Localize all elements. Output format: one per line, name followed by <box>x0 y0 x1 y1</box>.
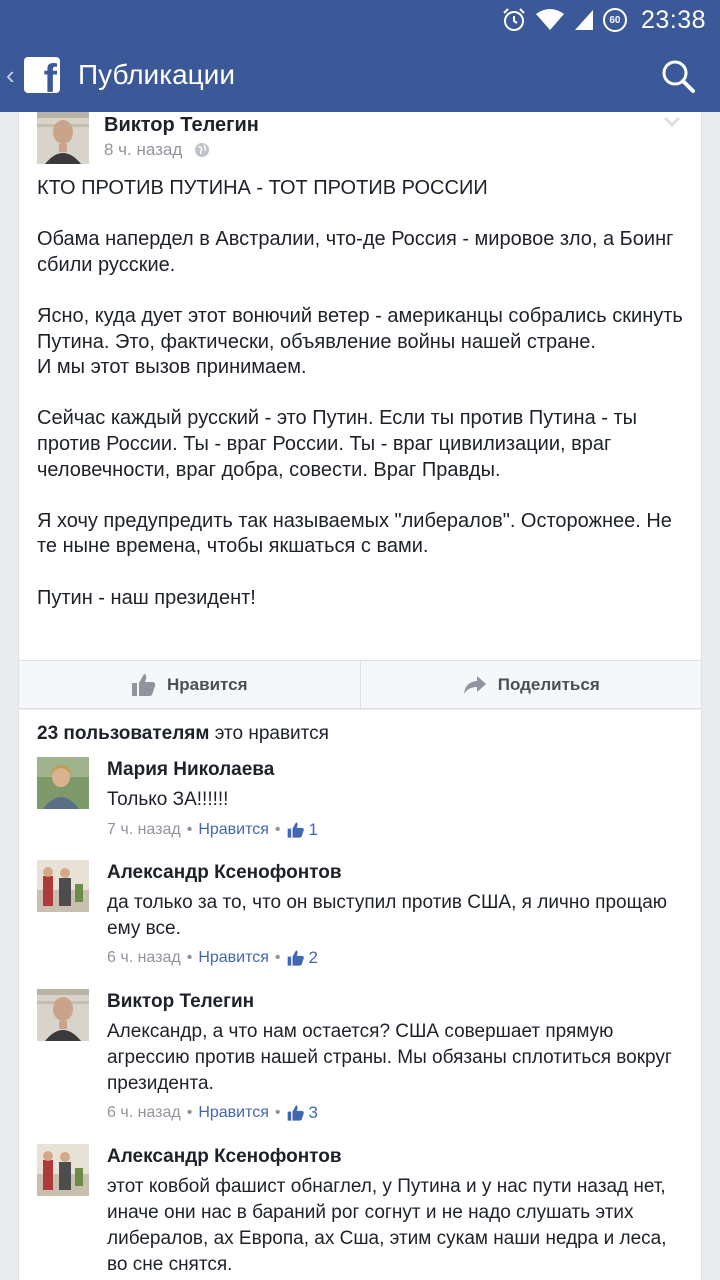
comment-time[interactable]: 7 ч. назад <box>107 821 181 839</box>
post-paragraph: КТО ПРОТИВ ПУТИНА - ТОТ ПРОТИВ РОССИИ <box>37 177 488 199</box>
thumbs-up-icon <box>287 950 304 966</box>
thumbs-up-icon <box>132 673 156 696</box>
post-body: КТО ПРОТИВ ПУТИНА - ТОТ ПРОТИВ РОССИИ Об… <box>37 176 687 611</box>
status-bar: 60 23:38 <box>0 0 720 40</box>
comment: Виктор Телегин Александр, а что нам оста… <box>19 989 703 1139</box>
comment-author[interactable]: Мария Николаева <box>107 759 274 781</box>
page-title: Публикации <box>78 59 235 90</box>
comment-meta: 6 ч. назад • Нравится • 2 <box>107 948 318 968</box>
like-count-value: 2 <box>308 948 318 967</box>
avatar[interactable] <box>37 860 89 912</box>
back-icon[interactable]: ‹ <box>6 60 15 91</box>
likes-text: это нравится <box>209 723 329 744</box>
separator-dot: • <box>274 1104 281 1121</box>
alarm-icon <box>503 8 525 31</box>
post-author[interactable]: Виктор Телегин <box>104 114 259 137</box>
logo-letter: f <box>43 57 57 93</box>
app-bar: ‹ f Публикации <box>0 40 720 112</box>
separator-dot: • <box>274 949 281 966</box>
post-paragraph: Сейчас каждый русский - это Путин. Если … <box>37 407 638 481</box>
comment-like-link[interactable]: Нравится <box>198 1104 269 1122</box>
thumbs-up-icon <box>287 1105 304 1121</box>
share-button[interactable]: Поделиться <box>359 661 702 708</box>
comment-author[interactable]: Александр Ксенофонтов <box>107 1146 342 1168</box>
like-button-label: Нравится <box>167 674 248 694</box>
comments-section: 23 пользователям это нравится Мария Нико… <box>18 710 702 1280</box>
separator-dot: • <box>186 1104 193 1121</box>
separator-dot: • <box>186 821 193 838</box>
like-button[interactable]: Нравится <box>19 661 360 708</box>
like-count-value: 3 <box>308 1103 318 1122</box>
network-badge: 60 <box>602 8 627 32</box>
wifi-icon <box>535 9 564 30</box>
post-paragraph: Я хочу предупредить так называемых "либе… <box>37 509 672 558</box>
avatar[interactable] <box>37 989 89 1041</box>
comment-time[interactable]: 6 ч. назад <box>107 949 181 967</box>
comment-meta: 7 ч. назад • Нравится • 1 <box>107 820 318 840</box>
comment-author[interactable]: Виктор Телегин <box>107 991 254 1013</box>
post-paragraph: Обама напердел в Австралии, что-де Росси… <box>37 228 674 276</box>
comment: Александр Ксенофонтов да только за то, ч… <box>19 860 703 985</box>
comment-author[interactable]: Александр Ксенофонтов <box>107 862 342 884</box>
thumbs-up-icon <box>287 822 304 838</box>
post-meta: 8 ч. назад <box>104 140 210 160</box>
search-icon[interactable] <box>660 58 696 94</box>
comment-like-count[interactable]: 1 <box>287 820 318 840</box>
comment-text: да только за то, что он выступил против … <box>107 892 668 939</box>
avatar[interactable] <box>37 757 89 809</box>
comment: Александр Ксенофонтов этот ковбой фашист… <box>19 1144 703 1280</box>
comment-text: Александр, а что нам остается? США совер… <box>107 1021 672 1094</box>
comment-like-count[interactable]: 2 <box>287 948 318 968</box>
separator-dot: • <box>274 821 281 838</box>
comment-meta: 6 ч. назад • Нравится • 3 <box>107 1103 318 1123</box>
post-action-bar: Нравится Поделиться <box>19 660 701 709</box>
status-time: 23:38 <box>640 5 706 34</box>
post-card: Виктор Телегин 8 ч. назад КТО ПРОТИВ ПУТ… <box>18 112 702 709</box>
status-icons: 60 23:38 <box>501 4 706 36</box>
avatar[interactable] <box>37 112 89 164</box>
share-arrow-icon <box>463 675 486 694</box>
comment-time[interactable]: 6 ч. назад <box>107 1104 181 1122</box>
separator-dot: • <box>186 949 193 966</box>
comment-like-count[interactable]: 3 <box>287 1103 318 1123</box>
post-paragraph: Путин - наш президент! <box>37 586 256 609</box>
share-button-label: Поделиться <box>497 674 600 694</box>
comment-text: этот ковбой фашист обнаглел, у Путина и … <box>107 1176 667 1275</box>
signal-icon <box>574 10 593 30</box>
likes-summary[interactable]: 23 пользователям это нравится <box>37 723 329 745</box>
comment-text: Только ЗА!!!!!! <box>107 789 229 810</box>
post-time[interactable]: 8 ч. назад <box>104 140 182 160</box>
chevron-down-icon[interactable] <box>663 116 681 128</box>
comment-like-link[interactable]: Нравится <box>198 821 269 839</box>
comment-like-link[interactable]: Нравится <box>198 949 269 967</box>
facebook-logo-icon[interactable]: f <box>24 57 60 93</box>
post-paragraph: Ясно, куда дует этот вонючий ветер - аме… <box>37 304 683 379</box>
comment: Мария Николаева Только ЗА!!!!!! 7 ч. наз… <box>19 757 703 857</box>
globe-icon <box>195 143 210 157</box>
like-count-value: 1 <box>308 820 318 839</box>
likes-count: 23 пользователям <box>37 723 210 744</box>
avatar[interactable] <box>37 1144 89 1196</box>
